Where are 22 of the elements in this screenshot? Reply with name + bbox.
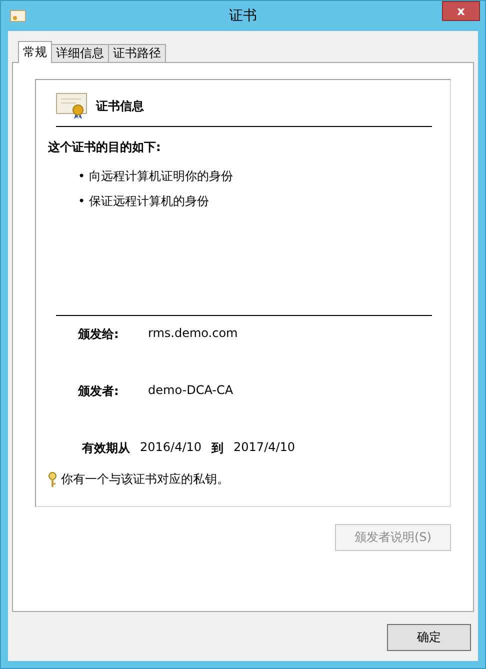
tab[interactable]: 详细信息 bbox=[51, 44, 109, 63]
close-button[interactable]: x bbox=[442, 1, 480, 21]
ok-button[interactable]: 确定 bbox=[387, 624, 471, 651]
purpose-item: • 保证远程计算机的身份 bbox=[78, 193, 210, 210]
issued-by-label: 颁发者: bbox=[78, 383, 120, 400]
private-key-note: 你有一个与该证书对应的私钥。 bbox=[61, 471, 229, 488]
valid-to-label: 到 bbox=[212, 440, 224, 457]
section-title: 证书信息 bbox=[96, 98, 144, 114]
tab[interactable]: 常规 bbox=[18, 41, 52, 63]
key-icon bbox=[48, 472, 57, 488]
purpose-item: • 向远程计算机证明你的身份 bbox=[78, 168, 234, 185]
valid-to-date: 2017/4/10 bbox=[234, 440, 296, 456]
valid-from-date: 2016/4/10 bbox=[140, 440, 202, 456]
certificate-icon bbox=[10, 10, 26, 22]
issued-to-label: 颁发给: bbox=[78, 326, 120, 343]
valid-from-label: 有效期从 bbox=[82, 440, 130, 457]
issued-by-value: demo-DCA-CA bbox=[148, 383, 234, 399]
window-title: 证书 bbox=[229, 7, 257, 25]
issued-to-value: rms.demo.com bbox=[148, 326, 238, 342]
certificate-icon bbox=[56, 92, 88, 120]
purpose-heading: 这个证书的目的如下: bbox=[48, 139, 162, 156]
tab[interactable]: 证书路径 bbox=[108, 44, 166, 63]
